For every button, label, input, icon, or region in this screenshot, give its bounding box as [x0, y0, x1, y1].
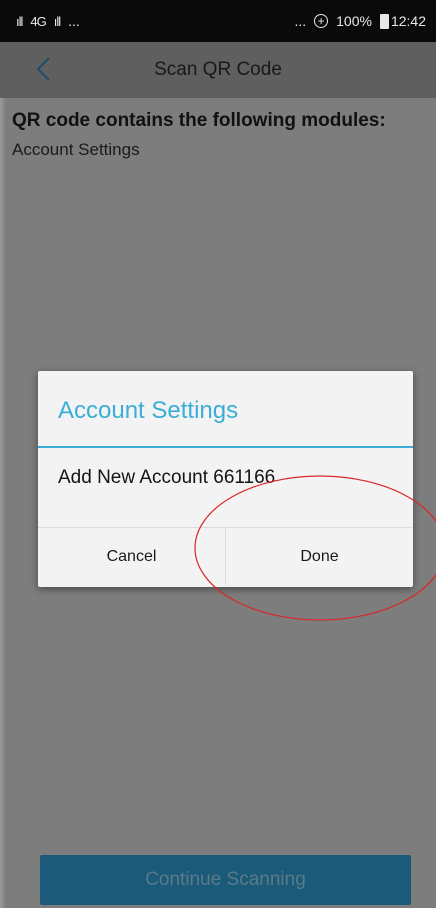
- back-button[interactable]: [28, 54, 58, 84]
- page-title: Scan QR Code: [154, 59, 282, 80]
- app-header: Scan QR Code: [0, 42, 436, 98]
- module-item: Account Settings: [12, 140, 140, 159]
- clock: 12:42: [390, 13, 426, 29]
- cancel-button[interactable]: Cancel: [38, 528, 226, 585]
- status-bar: ıll 4G ıll ... ... + 100% 12:42: [0, 0, 436, 42]
- dialog-message: Add New Account 661166: [38, 448, 413, 528]
- signal-icon-2: ıll: [53, 13, 61, 29]
- status-right: ... + 100% 12:42: [294, 13, 426, 29]
- data-saver-icon: +: [314, 14, 329, 28]
- account-settings-dialog: Account Settings Add New Account 661166 …: [38, 371, 413, 587]
- continue-scanning-button[interactable]: Continue Scanning: [40, 855, 411, 905]
- modules-heading: QR code contains the following modules:: [12, 110, 386, 131]
- signal-icon: ıll: [16, 13, 23, 29]
- dialog-actions: Cancel Done: [38, 528, 413, 585]
- battery-percent: 100%: [336, 13, 372, 29]
- done-button[interactable]: Done: [226, 528, 413, 585]
- left-edge-shadow: [0, 98, 6, 908]
- status-left: ıll 4G ıll ...: [16, 13, 80, 29]
- chevron-left-icon: [36, 57, 50, 81]
- main-content: QR code contains the following modules: …: [0, 98, 436, 160]
- more-icon: ...: [294, 13, 307, 29]
- more-notifications-icon: ...: [68, 13, 80, 29]
- dialog-title: Account Settings: [38, 371, 413, 448]
- network-type-label: 4G: [30, 13, 46, 29]
- battery-icon: [379, 13, 389, 29]
